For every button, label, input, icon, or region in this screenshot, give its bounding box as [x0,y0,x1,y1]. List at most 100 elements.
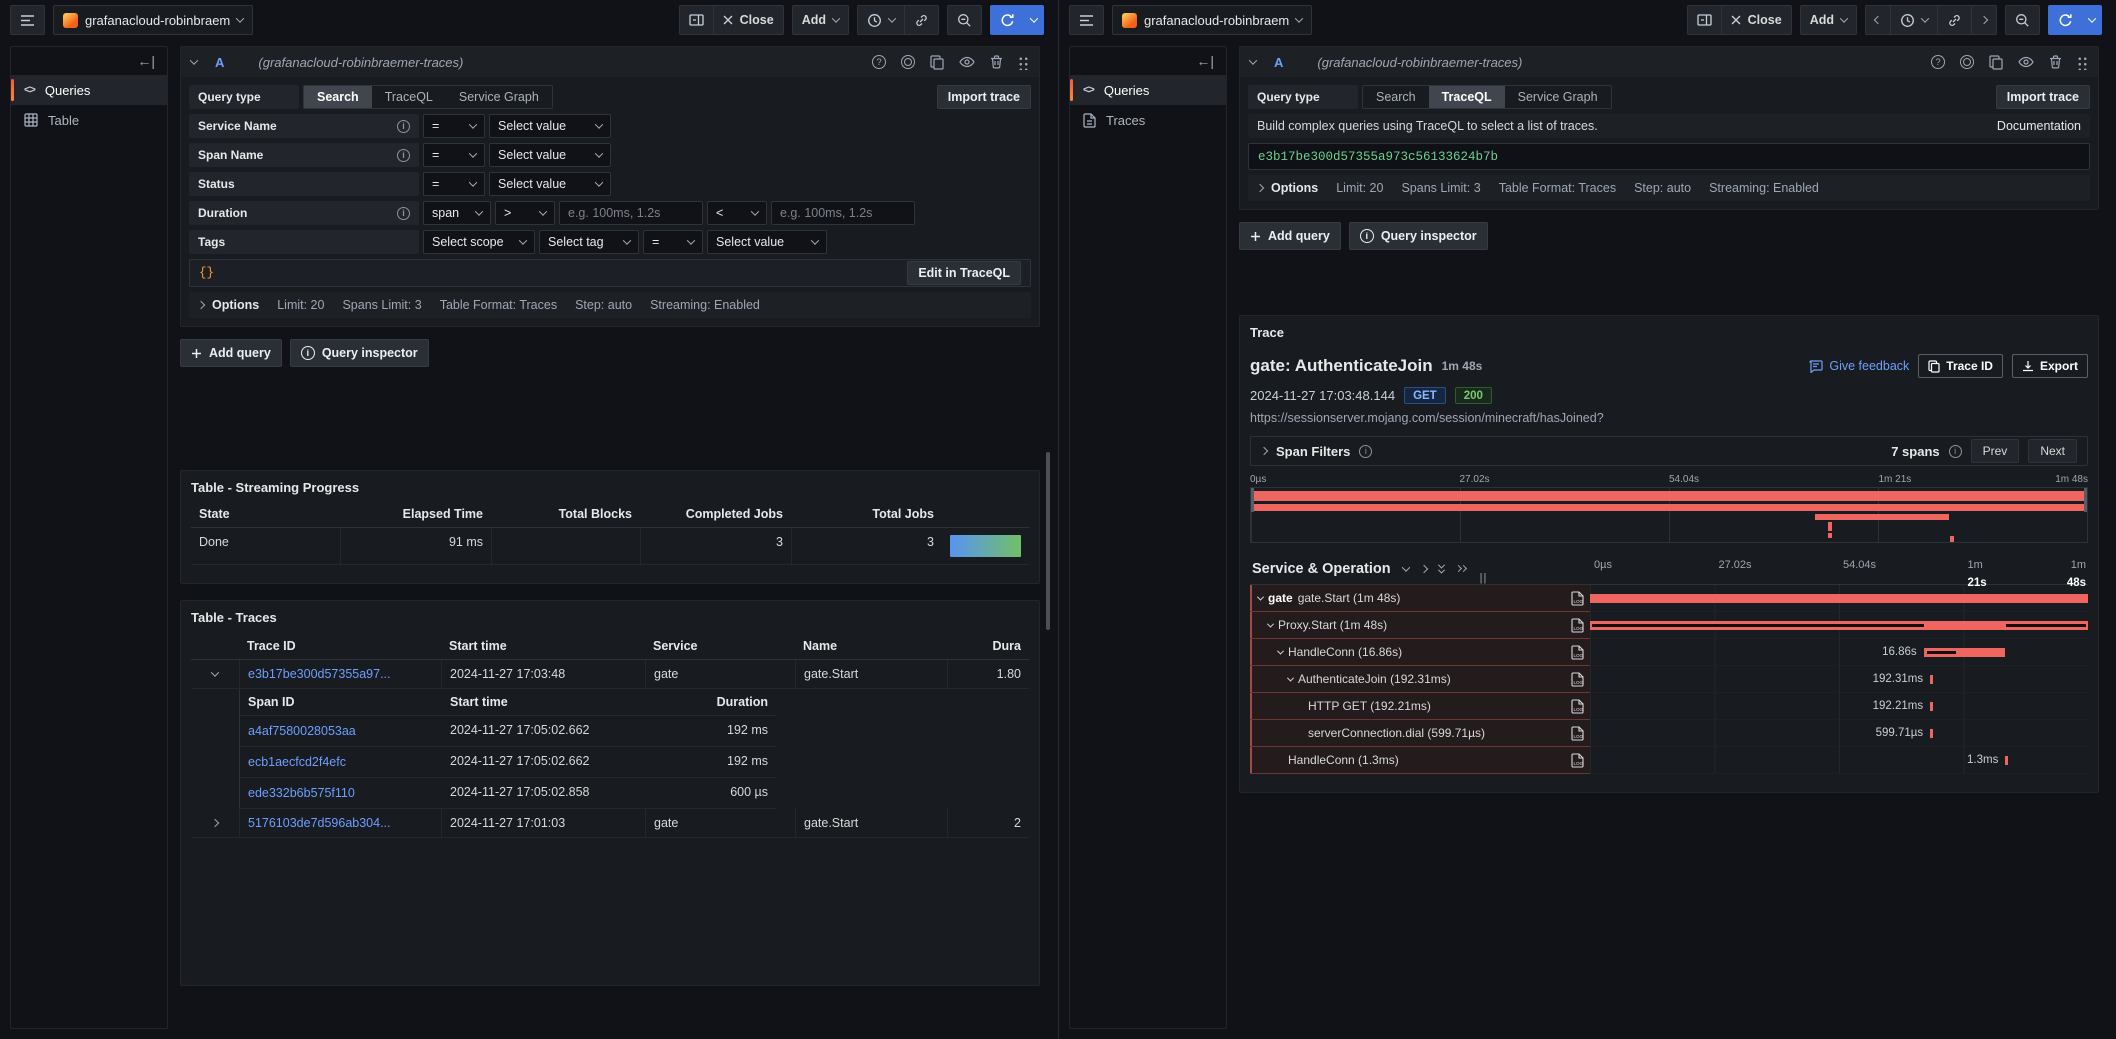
column-header[interactable]: Dura [947,633,1029,660]
column-header[interactable]: State [191,501,340,528]
column-header[interactable]: Service [645,633,795,660]
operator-select[interactable]: = [423,172,485,196]
span-name-cell[interactable]: Proxy.Start (1m 48s) LOG [1250,612,1590,639]
query-editor-header[interactable]: A (grafanacloud-robinbraemer-traces) ? [181,47,1039,77]
tab-traceql[interactable]: TraceQL [372,86,446,108]
span-bar[interactable] [1590,594,2088,603]
span-track[interactable]: 16.86s [1590,639,2088,666]
tab-service-graph[interactable]: Service Graph [1505,86,1611,108]
trace-id-link[interactable]: 5176103de7d596ab304... [248,816,391,830]
span-name-cell[interactable]: HandleConn (1.3ms) LOG [1250,747,1590,774]
column-header[interactable]: Span ID [240,689,442,716]
expand-all-icon[interactable] [1456,566,1466,571]
remove-query-icon[interactable] [2049,55,2062,69]
span-row[interactable]: gate gate.Start (1m 48s) LOG [1250,585,2088,612]
tag-scope-select[interactable]: Select scope [423,230,535,254]
duration-max-input[interactable] [771,201,915,225]
span-id-link[interactable]: ede332b6b575f110 [248,786,355,800]
column-header[interactable]: Start time [441,633,645,660]
duration-scope-select[interactable]: span [423,201,491,225]
copy-query-icon[interactable] [930,55,944,70]
log-icon[interactable]: LOG [1571,726,1584,741]
chevron-down-icon[interactable] [1277,647,1284,654]
column-header[interactable]: Duration [646,689,776,716]
column-header[interactable]: Name [795,633,947,660]
span-row[interactable]: serverConnection.dial (599.71µs) LOG 599… [1250,720,2088,747]
column-header[interactable]: Total Blocks [491,501,640,528]
expand-one-icon[interactable] [1419,564,1427,572]
info-icon[interactable]: i [1949,445,1962,458]
column-header[interactable]: Completed Jobs [640,501,791,528]
trace-id-link[interactable]: e3b17be300d57355a97... [248,667,391,681]
collapse-all-icon[interactable] [1439,564,1444,574]
menu-button[interactable] [10,5,45,35]
log-icon[interactable]: LOG [1571,618,1584,633]
value-select[interactable]: Select value [489,172,611,196]
log-icon[interactable]: LOG [1571,591,1584,606]
span-id-link[interactable]: a4af7580028053aa [248,724,356,738]
hide-response-icon[interactable] [2018,56,2034,68]
info-icon[interactable]: i [397,120,410,133]
info-icon[interactable]: i [397,149,410,162]
import-trace-button[interactable]: Import trace [1996,85,2090,109]
rail-item-queries[interactable]: <> Queries [11,75,167,105]
trace-id-button[interactable]: Trace ID [1918,354,2003,378]
row-expander[interactable] [191,809,239,838]
info-icon[interactable]: i [1359,445,1372,458]
value-select[interactable]: Select value [489,114,611,138]
span-name-cell[interactable]: gate gate.Start (1m 48s) LOG [1250,585,1590,612]
copy-query-icon[interactable] [1989,55,2003,70]
column-header[interactable]: Trace ID [239,633,441,660]
column-header[interactable]: Start time [442,689,646,716]
import-trace-button[interactable]: Import trace [937,85,1031,109]
span-track[interactable] [1590,612,2088,639]
query-editor-header[interactable]: A (grafanacloud-robinbraemer-traces) ? [1240,47,2098,77]
log-icon[interactable]: LOG [1571,672,1584,687]
collapse-one-icon[interactable] [1401,563,1409,571]
chevron-down-icon[interactable] [1287,674,1294,681]
tag-name-select[interactable]: Select tag [539,230,639,254]
info-icon[interactable]: i [397,207,410,220]
tab-search[interactable]: Search [304,86,372,108]
operator-select[interactable]: = [423,114,485,138]
trace-minimap[interactable]: 0µs 27.02s 54.04s 1m 21s 1m 48s [1250,474,2088,543]
log-icon[interactable]: LOG [1571,699,1584,714]
column-header[interactable]: Total Jobs [791,501,942,528]
rail-item-traces[interactable]: Traces [1070,105,1226,135]
remove-query-icon[interactable] [990,55,1003,69]
chevron-down-icon[interactable] [1267,620,1274,627]
tab-traceql[interactable]: TraceQL [1429,86,1505,108]
duration-lt-select[interactable]: < [707,201,767,225]
row-expander[interactable] [191,660,239,689]
collapse-rail-button[interactable]: ←| [11,51,167,75]
add-query-button[interactable]: Add query [180,339,282,367]
span-track[interactable]: 1.3ms [1590,747,2088,774]
prev-span-button[interactable]: Prev [1971,439,2020,463]
chevron-right-icon[interactable] [1260,447,1268,455]
tab-search[interactable]: Search [1363,86,1429,108]
export-button[interactable]: Export [2012,354,2088,378]
minimap-canvas[interactable] [1250,487,2088,543]
options-summary-row[interactable]: Options Limit: 20 Spans Limit: 3 Table F… [1248,175,2090,201]
log-icon[interactable]: LOG [1571,753,1584,768]
query-inspector-button[interactable]: i Query inspector [290,339,429,367]
span-row[interactable]: HTTP GET (192.21ms) LOG 192.21ms [1250,693,2088,720]
options-summary-row[interactable]: Options Limit: 20 Spans Limit: 3 Table F… [189,292,1031,318]
column-resize-handle[interactable]: || [1480,572,1488,584]
span-track[interactable]: 192.21ms [1590,693,2088,720]
span-name-cell[interactable]: AuthenticateJoin (192.31ms) LOG [1250,666,1590,693]
drag-handle-icon[interactable] [1018,55,1029,70]
span-id-link[interactable]: ecb1aecfcd2f4efc [248,755,346,769]
column-header[interactable]: Elapsed Time [340,501,491,528]
span-bar[interactable] [2005,756,2008,765]
documentation-link[interactable]: Documentation [1997,119,2081,133]
edit-in-traceql-button[interactable]: Edit in TraceQL [907,261,1021,285]
record-icon[interactable] [1960,55,1974,69]
hide-response-icon[interactable] [959,56,975,68]
help-icon[interactable]: ? [1931,55,1945,69]
operator-select[interactable]: = [423,143,485,167]
span-row[interactable]: Proxy.Start (1m 48s) LOG [1250,612,2088,639]
chevron-down-icon[interactable] [1257,593,1264,600]
span-row[interactable]: HandleConn (1.3ms) LOG 1.3ms [1250,747,2088,774]
span-row[interactable]: HandleConn (16.86s) LOG 16.86s [1250,639,2088,666]
